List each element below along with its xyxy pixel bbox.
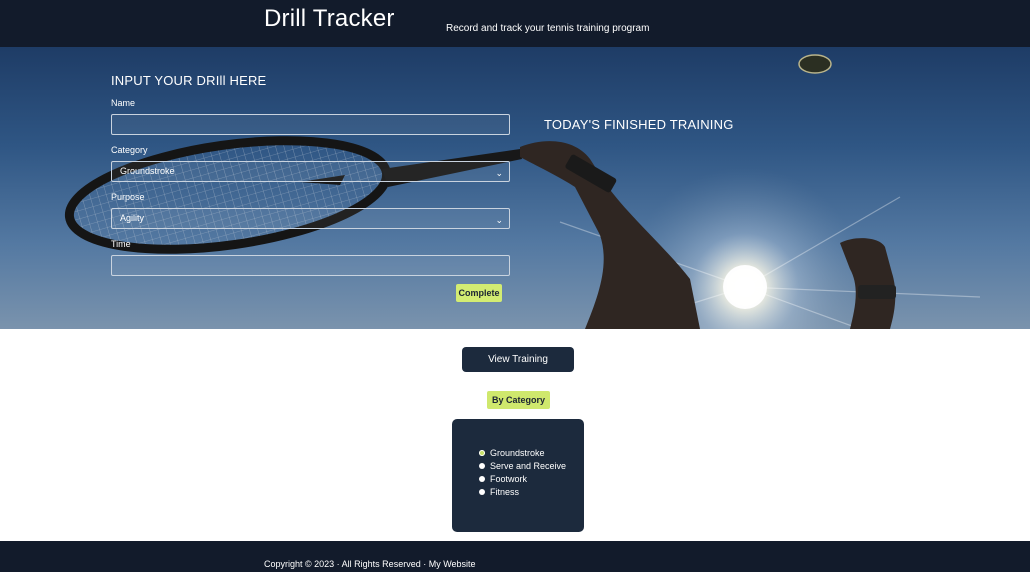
category-option-label: Footwork bbox=[490, 473, 528, 484]
finished-training-title: TODAY'S FINISHED TRAINING bbox=[544, 117, 734, 132]
hero-section: INPUT YOUR DRIll HERE Name Category Grou… bbox=[0, 47, 1030, 329]
site-footer: Copyright © 2023 · All Rights Reserved ·… bbox=[0, 541, 1030, 572]
category-select[interactable]: Groundstroke ⌄ bbox=[111, 161, 510, 182]
app-title: Drill Tracker bbox=[264, 5, 395, 32]
category-label: Category bbox=[111, 145, 148, 155]
time-input[interactable] bbox=[111, 255, 510, 276]
category-list: Groundstroke Serve and Receive Footwork … bbox=[478, 446, 566, 498]
site-header: Drill Tracker Record and track your tenn… bbox=[0, 0, 1030, 47]
category-option-label: Fitness bbox=[490, 486, 520, 497]
purpose-select-value: Agility bbox=[120, 213, 145, 223]
by-category-button[interactable]: By Category bbox=[487, 391, 550, 409]
radio-icon[interactable] bbox=[479, 462, 485, 469]
category-option-serve-and-receive[interactable]: Serve and Receive bbox=[478, 459, 566, 472]
category-option-fitness[interactable]: Fitness bbox=[478, 485, 566, 498]
category-select-value: Groundstroke bbox=[120, 166, 175, 176]
copyright-text: Copyright © 2023 · All Rights Reserved ·… bbox=[264, 559, 476, 569]
tagline: Record and track your tennis training pr… bbox=[446, 23, 650, 34]
category-panel: Groundstroke Serve and Receive Footwork … bbox=[452, 419, 584, 532]
form-title: INPUT YOUR DRIll HERE bbox=[111, 73, 267, 88]
name-label: Name bbox=[111, 98, 136, 108]
time-label: Time bbox=[111, 239, 131, 249]
category-option-groundstroke[interactable]: Groundstroke bbox=[478, 446, 566, 459]
view-training-summaries-button[interactable]: View Training Summaries bbox=[462, 347, 574, 390]
complete-button[interactable]: Complete bbox=[456, 284, 502, 302]
purpose-label: Purpose bbox=[111, 192, 145, 202]
name-input[interactable] bbox=[111, 114, 510, 135]
category-option-label: Serve and Receive bbox=[490, 460, 567, 471]
chevron-down-icon: ⌄ bbox=[495, 168, 503, 178]
radio-checked-icon[interactable] bbox=[479, 449, 485, 456]
radio-icon[interactable] bbox=[479, 475, 485, 482]
radio-icon[interactable] bbox=[479, 488, 485, 495]
category-option-footwork[interactable]: Footwork bbox=[478, 472, 566, 485]
chevron-down-icon: ⌄ bbox=[495, 215, 503, 225]
purpose-select[interactable]: Agility ⌄ bbox=[111, 208, 510, 229]
tennis-player-image bbox=[0, 47, 1030, 329]
category-option-label: Groundstroke bbox=[490, 447, 545, 458]
